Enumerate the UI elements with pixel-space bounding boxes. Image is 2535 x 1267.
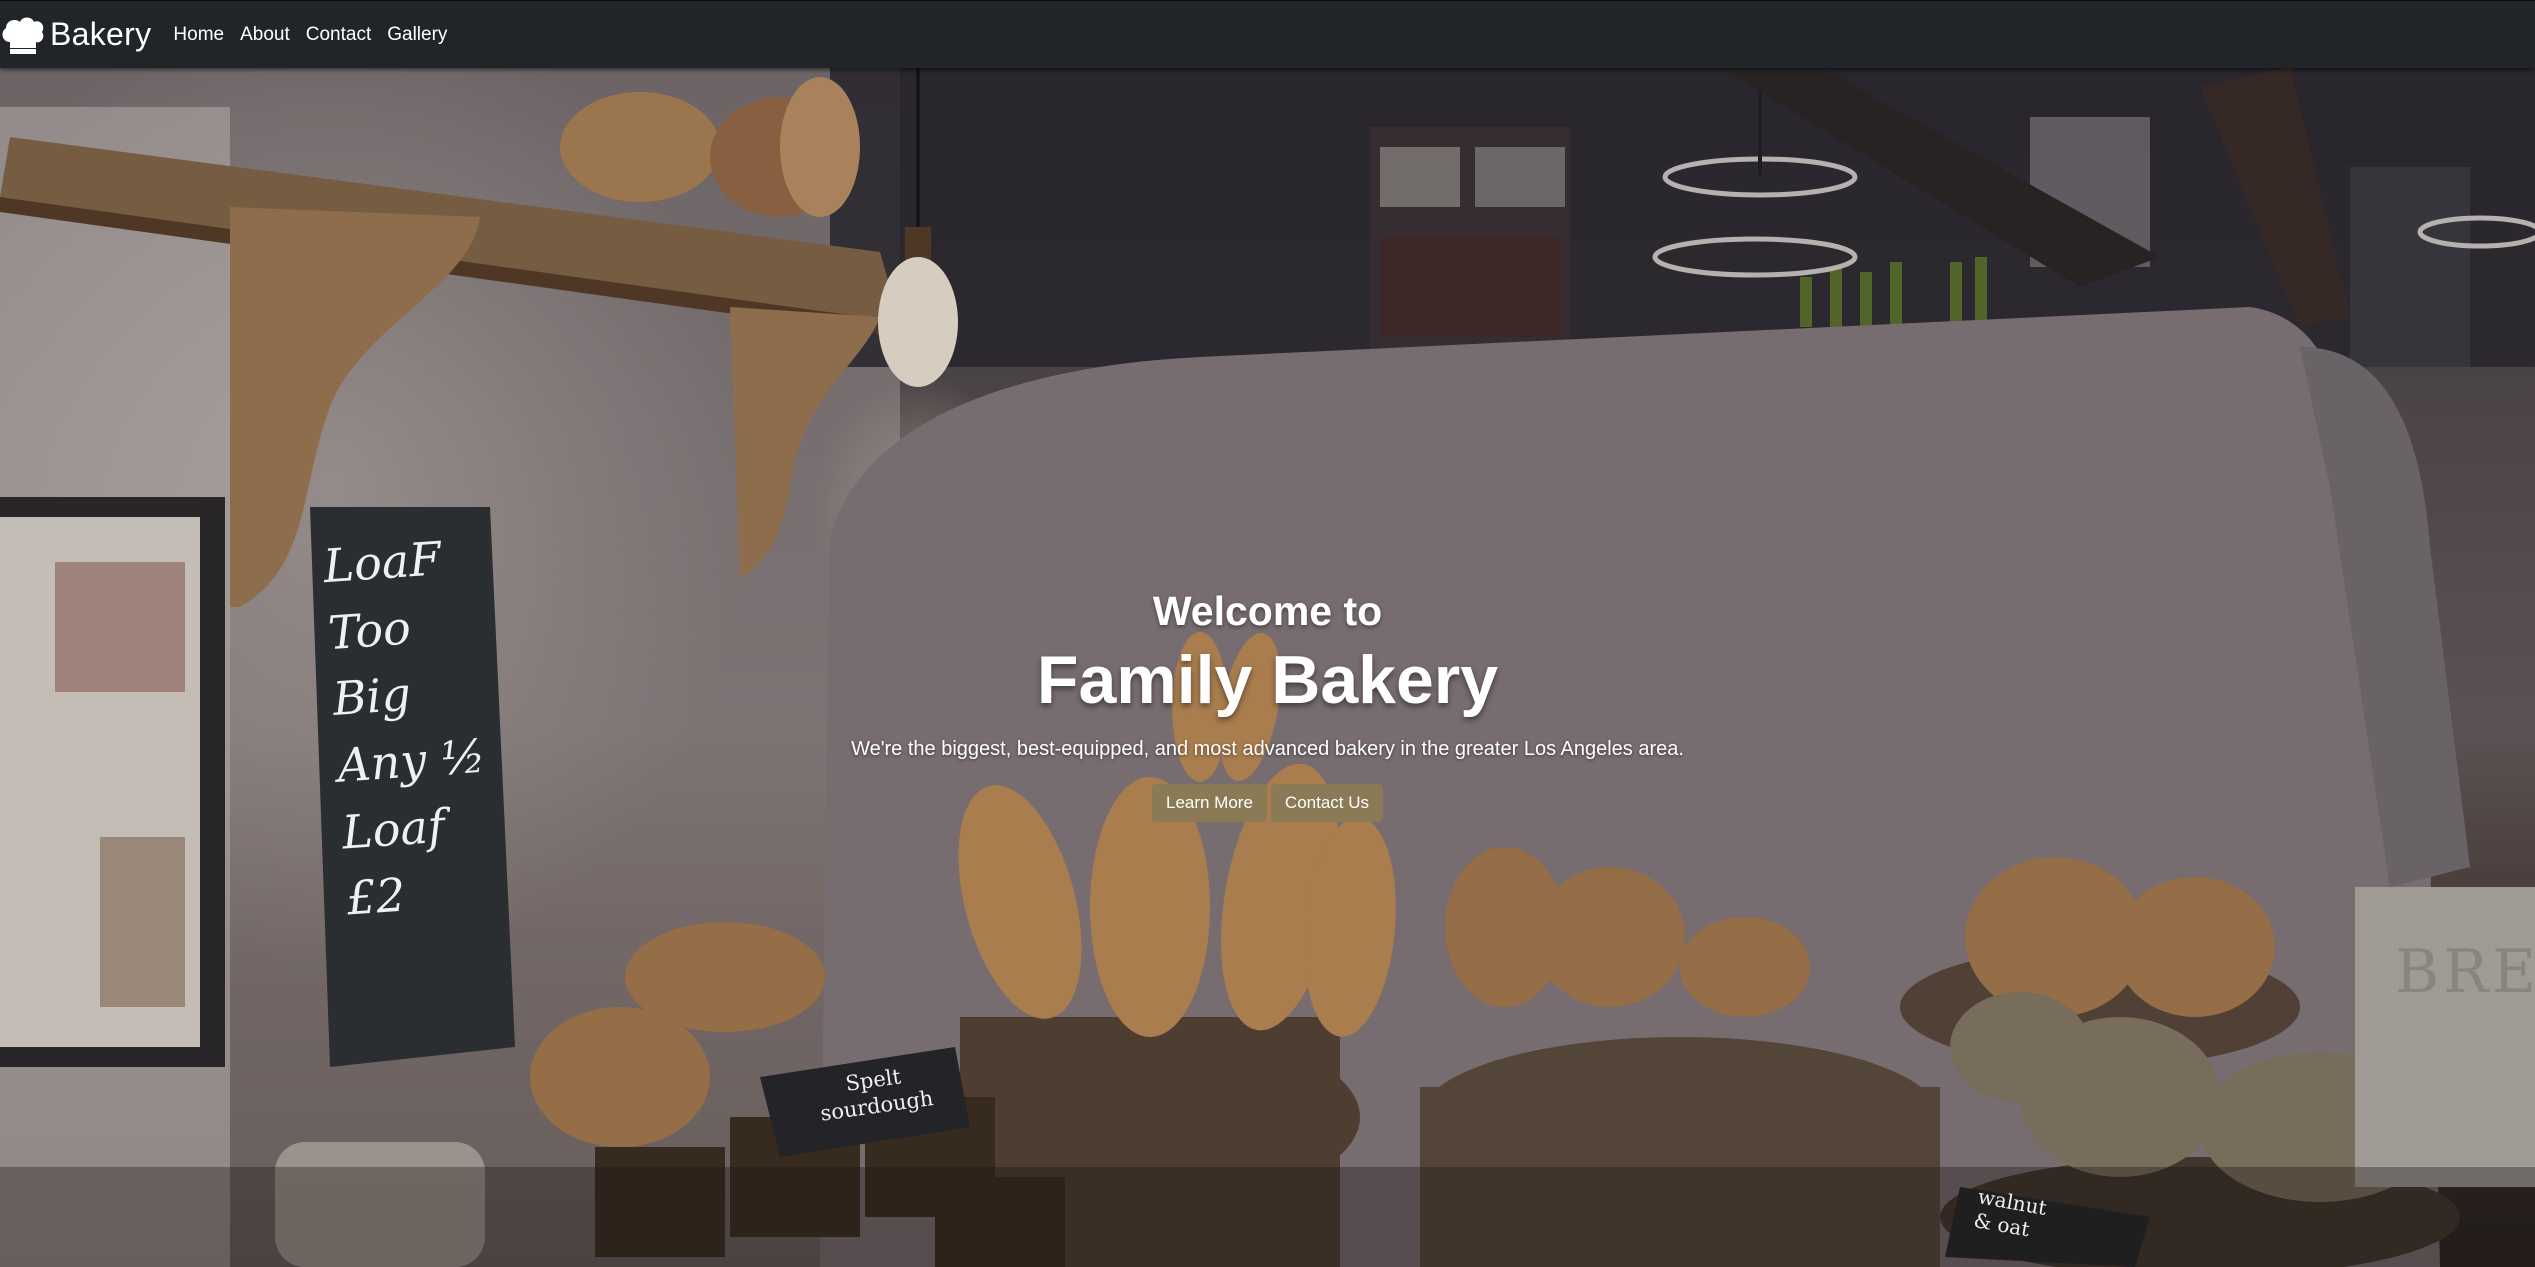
nav-gallery[interactable]: Gallery [387, 24, 447, 46]
hero-buttons: Learn More Contact Us [0, 783, 2535, 822]
hero-subtitle: Welcome to [1152, 588, 1383, 634]
nav-links: Home About Contact Gallery [173, 24, 463, 46]
hero-lead: We're the biggest, best-equipped, and mo… [851, 737, 1684, 760]
top-navbar: Bakery Home About Contact Gallery [0, 0, 2535, 68]
nav-home[interactable]: Home [173, 24, 224, 46]
hero-section: LoaF Too Big Any ½ Loaf £2 Spelt sourdou… [0, 67, 2535, 1267]
hero-content: Welcome to Family Bakery We're the bigge… [0, 587, 2535, 822]
learn-more-button[interactable]: Learn More [1151, 783, 1267, 822]
hero-title: Family Bakery [1036, 642, 1499, 719]
bread-bin-text: BRE [2395, 937, 2535, 1007]
nav-about[interactable]: About [240, 24, 290, 46]
contact-us-button[interactable]: Contact Us [1270, 783, 1384, 822]
chef-hat-icon [2, 17, 44, 54]
brand-name: Bakery [50, 16, 152, 52]
brand-link[interactable]: Bakery [0, 1, 151, 68]
nav-contact[interactable]: Contact [306, 24, 371, 46]
